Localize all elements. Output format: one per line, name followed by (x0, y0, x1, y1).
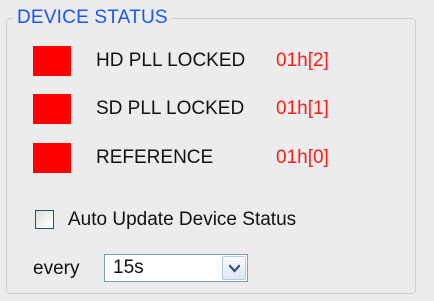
status-indicator-led (33, 46, 71, 76)
register-address: 01h[0] (276, 147, 329, 168)
status-label: REFERENCE (96, 147, 214, 168)
device-status-window: DEVICE STATUS HD PLL LOCKED 01h[2] SD PL… (0, 0, 434, 301)
status-indicator-led (33, 143, 71, 173)
update-interval-value[interactable]: 15s (113, 256, 144, 280)
update-interval-select[interactable]: 15s (104, 254, 248, 282)
panel-background: DEVICE STATUS HD PLL LOCKED 01h[2] SD PL… (0, 0, 434, 301)
status-row-hd-pll: HD PLL LOCKED 01h[2] (33, 46, 393, 78)
auto-update-checkbox-row[interactable]: Auto Update Device Status (35, 208, 375, 234)
status-label: SD PLL LOCKED (96, 98, 245, 119)
interval-prefix-label: every (33, 258, 80, 279)
status-row-reference: REFERENCE 01h[0] (33, 143, 393, 175)
groupbox-title: DEVICE STATUS (14, 6, 171, 30)
status-row-sd-pll: SD PLL LOCKED 01h[1] (33, 94, 393, 126)
register-address: 01h[2] (276, 50, 329, 71)
status-indicator-led (33, 94, 71, 124)
auto-update-checkbox[interactable] (35, 210, 54, 229)
status-label: HD PLL LOCKED (96, 50, 246, 71)
dropdown-button[interactable] (222, 256, 246, 280)
register-address: 01h[1] (276, 98, 329, 119)
auto-update-label[interactable]: Auto Update Device Status (68, 208, 296, 232)
chevron-down-icon (229, 264, 240, 273)
